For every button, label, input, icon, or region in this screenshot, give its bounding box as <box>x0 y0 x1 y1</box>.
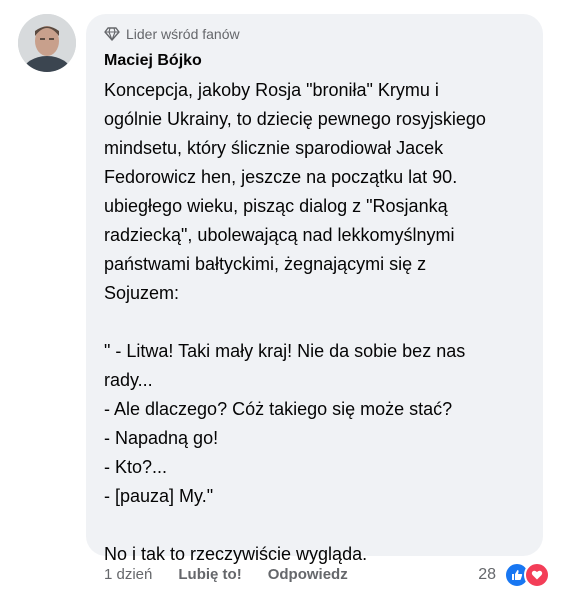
like-button[interactable]: Lubię to! <box>178 566 241 583</box>
comment-timestamp[interactable]: 1 dzień <box>104 566 152 583</box>
author-name[interactable]: Maciej Bójko <box>104 52 202 70</box>
diamond-icon <box>104 27 120 41</box>
comment-actions: 1 dzień Lubię to! Odpowiedz <box>104 566 374 583</box>
reaction-icons <box>504 562 550 588</box>
fan-badge: Lider wśród fanów <box>104 26 240 42</box>
reaction-count: 28 <box>478 566 496 583</box>
reactions-summary[interactable]: 28 <box>478 562 550 588</box>
comment-bubble: Lider wśród fanów Maciej Bójko Koncepcja… <box>86 14 543 564</box>
reply-button[interactable]: Odpowiedz <box>268 566 348 583</box>
avatar[interactable] <box>18 14 76 72</box>
fan-badge-label: Lider wśród fanów <box>126 26 240 42</box>
comment-text: Koncepcja, jakoby Rosja "broniła" Krymu … <box>104 80 486 564</box>
love-icon <box>524 562 550 588</box>
avatar-image <box>18 14 76 72</box>
